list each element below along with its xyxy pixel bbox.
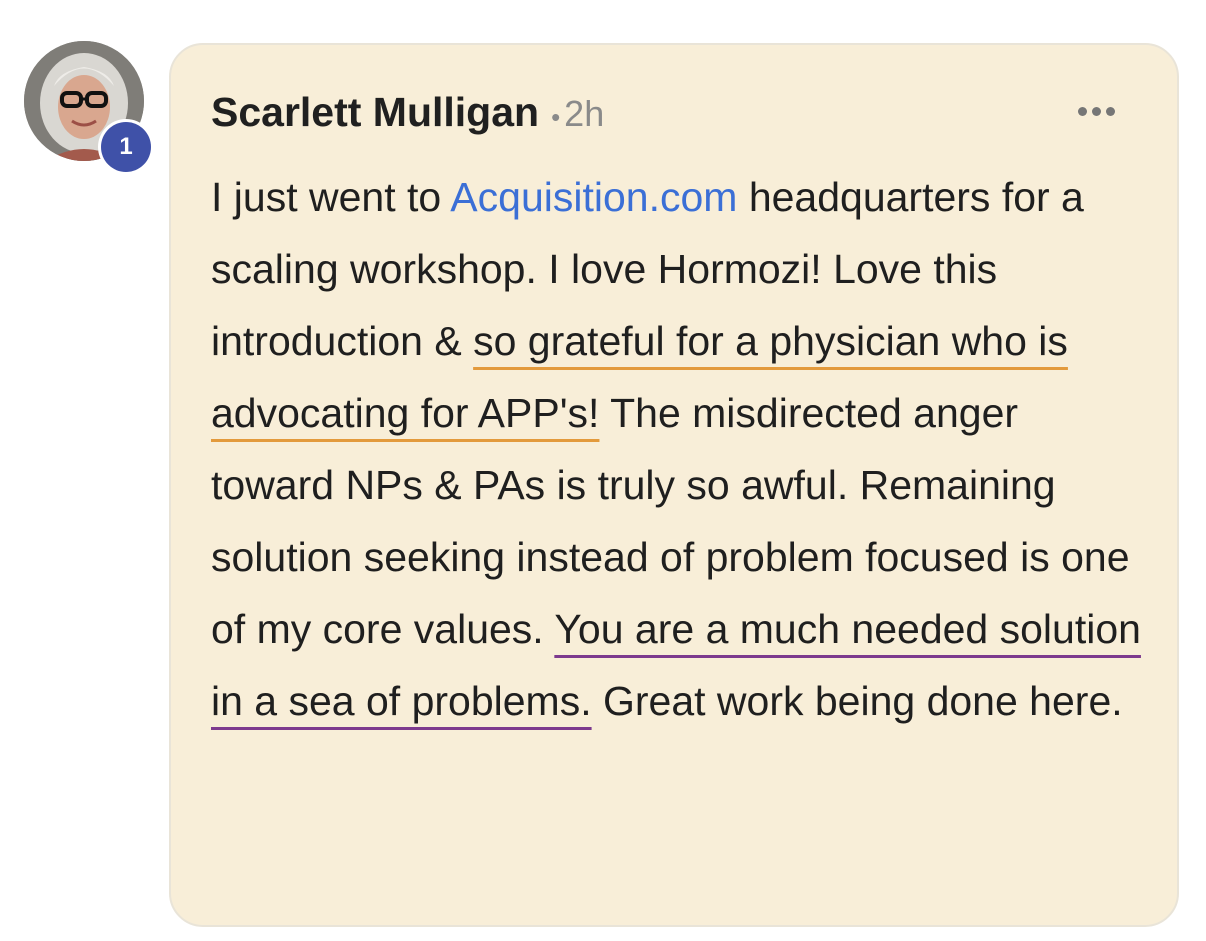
author-name[interactable]: Scarlett Mulligan [211,89,539,136]
acquisition-link[interactable]: Acquisition.com [450,174,737,220]
more-horizontal-icon-dot [1106,107,1115,116]
badge-count: 1 [101,122,151,172]
notification-badge: 1 [98,119,154,175]
more-horizontal-icon-dot [1092,107,1101,116]
separator-dot: • [551,102,561,132]
body-text: Great work being done here. [591,678,1123,724]
comment-thread: 1 Scarlett Mulligan • 2h I just went to … [0,0,1206,941]
comment-body: I just went to Acquisition.com headquart… [211,161,1151,737]
more-horizontal-icon [1078,107,1087,116]
body-text: I just went to [211,174,451,220]
more-options-button[interactable] [1078,107,1115,116]
comment-header: Scarlett Mulligan • 2h [211,89,604,136]
timestamp: 2h [564,93,605,134]
comment-bubble: Scarlett Mulligan • 2h I just went to Ac… [169,43,1179,927]
